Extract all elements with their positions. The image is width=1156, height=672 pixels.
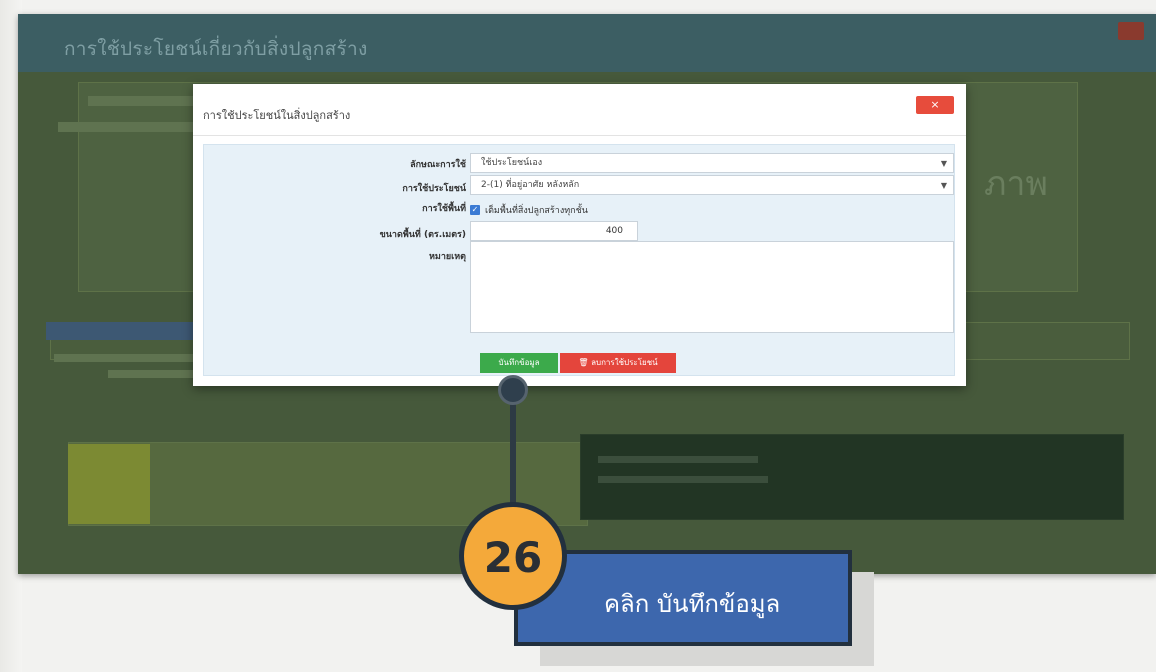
background-tab [46,322,216,340]
window-close-button[interactable] [1118,22,1144,40]
usage-type-label: ลักษณะการใช้ [410,160,466,170]
background-label-cell [68,444,150,524]
benefit-select[interactable]: 2-(1) ที่อยู่อาศัย หลังหลัก ▼ [470,175,954,195]
background-row [54,354,214,362]
callout-instruction: คลิก บันทึกข้อมูล [604,590,781,618]
background-field [88,96,208,106]
background-info-line [598,456,758,463]
usage-type-select[interactable]: ใช้ประโยชน์เอง ▼ [470,153,954,173]
note-label: หมายเหตุ [428,252,466,262]
callout-pointer-line [510,400,516,508]
note-textarea[interactable] [470,241,954,333]
step-badge: 26 [459,502,567,610]
trash-icon: 🗑 [578,358,592,367]
usage-type-value: ใช้ประโยชน์เอง [481,158,543,168]
app-title: การใช้ประโยชน์เกี่ยวกับสิ่งปลูกสร้าง [64,38,368,60]
callout-pointer-dot [498,375,528,405]
app-header: การใช้ประโยชน์เกี่ยวกับสิ่งปลูกสร้าง [18,14,1156,72]
benefit-label: การใช้ประโยชน์ [402,184,466,194]
modal-close-button[interactable]: × [916,96,954,114]
background-info-line [598,476,768,483]
modal-header: การใช้ประโยชน์ในสิ่งปลูกสร้าง × [193,84,966,136]
delete-usage-label: ลบการใช้ประโยชน์ [591,358,658,367]
delete-usage-button[interactable]: 🗑 ลบการใช้ประโยชน์ [560,353,676,373]
full-area-checkbox-label: เต็มพื้นที่สิ่งปลูกสร้างทุกชั้น [485,206,588,216]
usage-form: ลักษณะการใช้ ใช้ประโยชน์เอง ▼ การใช้ประโ… [203,144,955,376]
usage-modal: การใช้ประโยชน์ในสิ่งปลูกสร้าง × ลักษณะกา… [193,84,966,386]
save-button[interactable]: บันทึกข้อมูล [480,353,558,373]
chevron-down-icon: ▼ [940,159,947,168]
benefit-value: 2-(1) ที่อยู่อาศัย หลังหลัก [481,180,580,190]
step-number: 26 [483,533,543,582]
chevron-down-icon: ▼ [940,181,947,190]
background-field [58,122,208,132]
full-area-checkbox[interactable]: ✓ [470,205,480,215]
modal-title: การใช้ประโยชน์ในสิ่งปลูกสร้าง [203,109,351,122]
area-usage-label: การใช้พื้นที่ [422,204,466,214]
area-size-input[interactable]: 400 [470,221,638,241]
area-size-label: ขนาดพื้นที่ (ตร.เมตร) [379,230,466,240]
background-text: ภาพ [984,164,1048,204]
